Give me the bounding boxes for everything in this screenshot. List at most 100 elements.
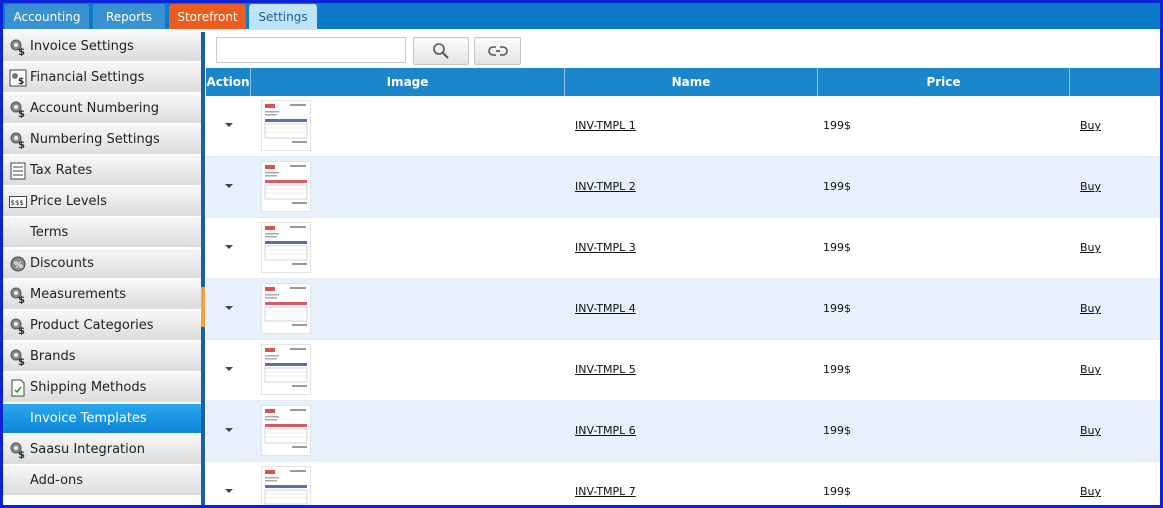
row-action-dropdown[interactable]: [225, 367, 233, 371]
template-price: 199$: [823, 363, 851, 376]
tab-bar: Accounting Reports Storefront Settings: [3, 3, 1160, 30]
svg-text:$: $: [18, 109, 25, 118]
template-thumbnail: [261, 100, 311, 151]
sidebar-item-label: Shipping Methods: [30, 380, 147, 395]
sidebar-item-price-levels[interactable]: $$$ Price Levels: [3, 187, 201, 217]
template-thumbnail: [261, 222, 311, 273]
template-name-link[interactable]: INV-TMPL 4: [575, 302, 636, 315]
sidebar-item-label: Tax Rates: [30, 163, 93, 178]
template-name-link[interactable]: INV-TMPL 5: [575, 363, 636, 376]
sidebar-item-label: Product Categories: [30, 318, 154, 333]
document-icon: [11, 379, 25, 397]
template-thumbnail: [261, 466, 311, 505]
search-button[interactable]: [413, 37, 469, 65]
gear-dollar-icon: $: [10, 101, 25, 118]
table-row[interactable]: INV-TMPL 7 199$ Buy: [206, 462, 1160, 505]
reset-button[interactable]: [474, 37, 521, 65]
sidebar-item-label: Account Numbering: [30, 101, 159, 116]
gear-dollar-icon: $: [10, 132, 25, 149]
sidebar-item-tax-rates[interactable]: Tax Rates: [3, 156, 201, 186]
sidebar-item-label: Numbering Settings: [30, 132, 160, 147]
template-name-link[interactable]: INV-TMPL 1: [575, 119, 636, 132]
sidebar-item-add-ons[interactable]: Add-ons: [3, 466, 201, 496]
table-row[interactable]: INV-TMPL 1 199$ Buy: [206, 96, 1160, 157]
row-action-dropdown[interactable]: [225, 245, 233, 249]
discount-gear-icon: %: [10, 256, 26, 272]
table-row[interactable]: INV-TMPL 6 199$ Buy: [206, 401, 1160, 462]
template-price: 199$: [823, 119, 851, 132]
sidebar-item-discounts[interactable]: % Discounts: [3, 249, 201, 279]
sidebar-item-account-numbering[interactable]: $ Account Numbering: [3, 94, 201, 124]
sidebar-item-shipping-methods[interactable]: Shipping Methods: [3, 373, 201, 403]
sidebar-item-label: Invoice Templates: [30, 411, 147, 426]
row-action-dropdown[interactable]: [225, 184, 233, 188]
template-thumbnail: [261, 283, 311, 334]
sidebar-item-numbering-settings[interactable]: $ Numbering Settings: [3, 125, 201, 155]
template-name-link[interactable]: INV-TMPL 3: [575, 241, 636, 254]
gear-dollar-icon: $: [10, 39, 25, 56]
list-icon: [10, 162, 26, 180]
refresh-icon: [487, 46, 508, 56]
sidebar-item-label: Measurements: [30, 287, 127, 302]
gear-dollar-icon: $: [10, 349, 25, 366]
table-row[interactable]: INV-TMPL 4 199$ Buy: [206, 279, 1160, 340]
tab-storefront[interactable]: Storefront: [169, 4, 246, 29]
template-name-link[interactable]: INV-TMPL 7: [575, 485, 636, 498]
column-header-name[interactable]: Name: [565, 68, 818, 96]
sidebar-item-invoice-templates[interactable]: Invoice Templates: [3, 404, 201, 434]
gear-dollar-icon: $: [10, 442, 25, 459]
tab-accounting[interactable]: Accounting: [5, 4, 89, 29]
template-price: 199$: [823, 302, 851, 315]
row-action-dropdown[interactable]: [225, 489, 233, 493]
search-input[interactable]: [216, 37, 406, 63]
sidebar-item-saasu-integration[interactable]: $ Saasu Integration: [3, 435, 201, 465]
sidebar-item-label: Financial Settings: [30, 70, 145, 85]
magnifier-icon: [433, 43, 449, 59]
template-price: 199$: [823, 180, 851, 193]
buy-link[interactable]: Buy: [1080, 241, 1101, 254]
panel-splitter[interactable]: [201, 32, 205, 505]
price-tag-icon: $$$: [9, 196, 27, 208]
sidebar-item-label: Invoice Settings: [30, 39, 134, 54]
grid-header: Action Image Name Price Ty: [206, 68, 1160, 96]
svg-text:$: $: [18, 326, 25, 335]
sidebar-item-brands[interactable]: $ Brands: [3, 342, 201, 372]
buy-link[interactable]: Buy: [1080, 119, 1101, 132]
buy-link[interactable]: Buy: [1080, 180, 1101, 193]
sidebar-item-product-categories[interactable]: $ Product Categories: [3, 311, 201, 341]
table-row[interactable]: INV-TMPL 3 199$ Buy: [206, 218, 1160, 279]
template-name-link[interactable]: INV-TMPL 6: [575, 424, 636, 437]
row-action-dropdown[interactable]: [225, 428, 233, 432]
sidebar-item-measurements[interactable]: $ Measurements: [3, 280, 201, 310]
sidebar-item-label: Discounts: [30, 256, 94, 271]
settings-sidebar: $ Invoice Settings $ Financial Settings …: [3, 32, 201, 505]
column-header-type[interactable]: Ty: [1070, 68, 1160, 96]
gear-dollar-icon: $: [10, 287, 25, 304]
sidebar-item-label: Terms: [30, 225, 69, 240]
tab-settings[interactable]: Settings: [249, 4, 317, 30]
template-price: 199$: [823, 424, 851, 437]
sidebar-item-financial-settings[interactable]: $ Financial Settings: [3, 63, 201, 93]
sidebar-item-terms[interactable]: Terms: [3, 218, 201, 248]
template-name-link[interactable]: INV-TMPL 2: [575, 180, 636, 193]
buy-link[interactable]: Buy: [1080, 424, 1101, 437]
sidebar-item-invoice-settings[interactable]: $ Invoice Settings: [3, 32, 201, 62]
collapse-handle[interactable]: [201, 287, 205, 327]
buy-link[interactable]: Buy: [1080, 302, 1101, 315]
app-window: Accounting Reports Storefront Settings $…: [0, 0, 1163, 508]
buy-link[interactable]: Buy: [1080, 485, 1101, 498]
svg-text:$: $: [18, 295, 25, 304]
row-action-dropdown[interactable]: [225, 306, 233, 310]
row-action-dropdown[interactable]: [225, 123, 233, 127]
column-header-image[interactable]: Image: [251, 68, 565, 96]
column-header-price[interactable]: Price: [818, 68, 1070, 96]
column-header-action[interactable]: Action: [206, 68, 251, 96]
tab-reports[interactable]: Reports: [93, 4, 165, 29]
price-icon-text: $$$: [11, 199, 24, 207]
table-row[interactable]: INV-TMPL 2 199$ Buy: [206, 157, 1160, 218]
table-row[interactable]: INV-TMPL 5 199$ Buy: [206, 340, 1160, 401]
sidebar-item-label: Price Levels: [30, 194, 107, 209]
svg-text:$: $: [18, 450, 25, 459]
buy-link[interactable]: Buy: [1080, 363, 1101, 376]
svg-text:$: $: [18, 77, 24, 87]
